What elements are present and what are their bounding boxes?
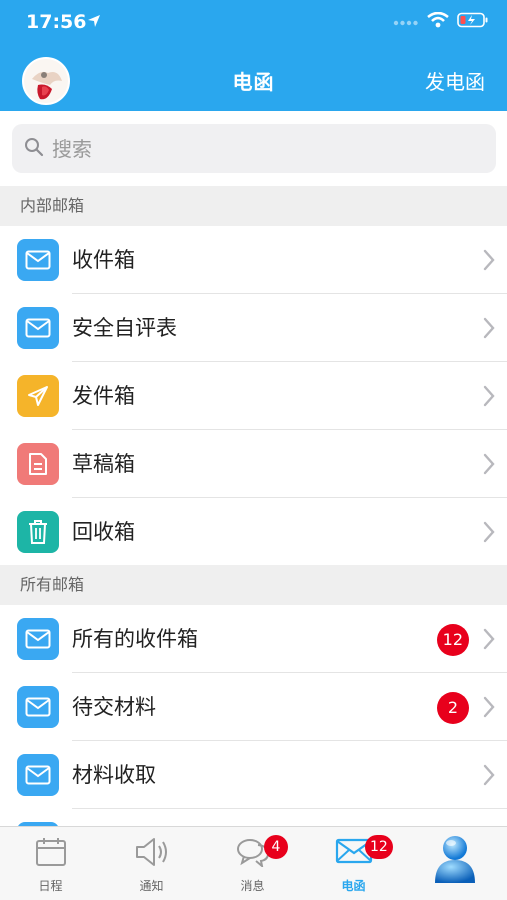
signal-icon — [393, 13, 419, 32]
row-label: 材料收取 — [72, 763, 156, 787]
top-bar: 17:56 电函 发电函 — [0, 0, 507, 111]
mail-icon — [17, 754, 59, 796]
search-input[interactable] — [52, 136, 472, 161]
compose-button[interactable]: 发电函 — [425, 66, 485, 95]
tab-label: 电函 — [341, 879, 366, 893]
row-label: 收件箱 — [72, 248, 135, 272]
row-label: 草稿箱 — [72, 452, 135, 476]
tab-label: 消息 — [240, 879, 265, 893]
chevron-right-icon — [483, 764, 495, 790]
tab-schedule[interactable]: 日程 — [0, 827, 101, 900]
mail-icon — [17, 239, 59, 281]
unread-badge: 2 — [437, 692, 469, 724]
drafts-row[interactable]: 草稿箱 — [0, 430, 507, 498]
search-area — [0, 111, 507, 186]
tab-contacts[interactable] — [404, 827, 505, 900]
row-label: 待交材料 — [72, 695, 156, 719]
mail-icon — [17, 307, 59, 349]
safety-self-assessment-row[interactable]: 安全自评表 — [0, 294, 507, 362]
battery-icon — [457, 12, 489, 32]
wifi-icon — [427, 11, 449, 32]
row-label: 安全自评表 — [72, 316, 177, 340]
chevron-right-icon — [483, 453, 495, 479]
mail-icon — [17, 686, 59, 728]
calendar-icon — [35, 837, 67, 871]
send-icon — [17, 375, 59, 417]
tab-messages[interactable]: 4 消息 — [202, 827, 303, 900]
chevron-right-icon — [483, 249, 495, 275]
chevron-right-icon — [483, 385, 495, 411]
tab-label: 日程 — [38, 879, 63, 893]
unread-badge: 12 — [436, 624, 469, 656]
draft-icon — [17, 443, 59, 485]
section-header-internal: 内部邮箱 — [0, 186, 507, 226]
tab-letters[interactable]: 12 电函 — [303, 827, 404, 900]
mail-icon — [17, 618, 59, 660]
tab-bar: 日程 通知 4 消息 12 电函 — [0, 826, 507, 900]
chevron-right-icon — [483, 696, 495, 722]
chevron-right-icon — [483, 628, 495, 654]
contact-icon — [432, 833, 478, 891]
tab-notice[interactable]: 通知 — [101, 827, 202, 900]
outbox-row[interactable]: 发件箱 — [0, 362, 507, 430]
inbox-row[interactable]: 收件箱 — [0, 226, 507, 294]
chevron-right-icon — [483, 317, 495, 343]
search-bar[interactable] — [12, 124, 496, 173]
trash-icon — [17, 511, 59, 553]
row-label: 所有的收件箱 — [72, 627, 198, 651]
tab-label: 通知 — [139, 879, 164, 893]
pending-materials-row[interactable]: 待交材料 2 — [0, 673, 507, 741]
recycle-bin-row[interactable]: 回收箱 — [0, 498, 507, 566]
all-inboxes-row[interactable]: 所有的收件箱 12 — [0, 605, 507, 673]
location-arrow-icon — [87, 13, 101, 32]
row-label: 回收箱 — [72, 520, 135, 544]
material-collection-row[interactable]: 材料收取 — [0, 741, 507, 809]
section-header-all: 所有邮箱 — [0, 565, 507, 605]
status-icons — [393, 11, 489, 32]
chevron-right-icon — [483, 521, 495, 547]
search-icon — [24, 137, 44, 161]
tab-badge: 12 — [365, 835, 393, 859]
speaker-icon — [134, 837, 170, 871]
status-time: 17:56 — [26, 11, 87, 33]
tab-badge: 4 — [264, 835, 288, 859]
row-label: 发件箱 — [72, 384, 135, 408]
